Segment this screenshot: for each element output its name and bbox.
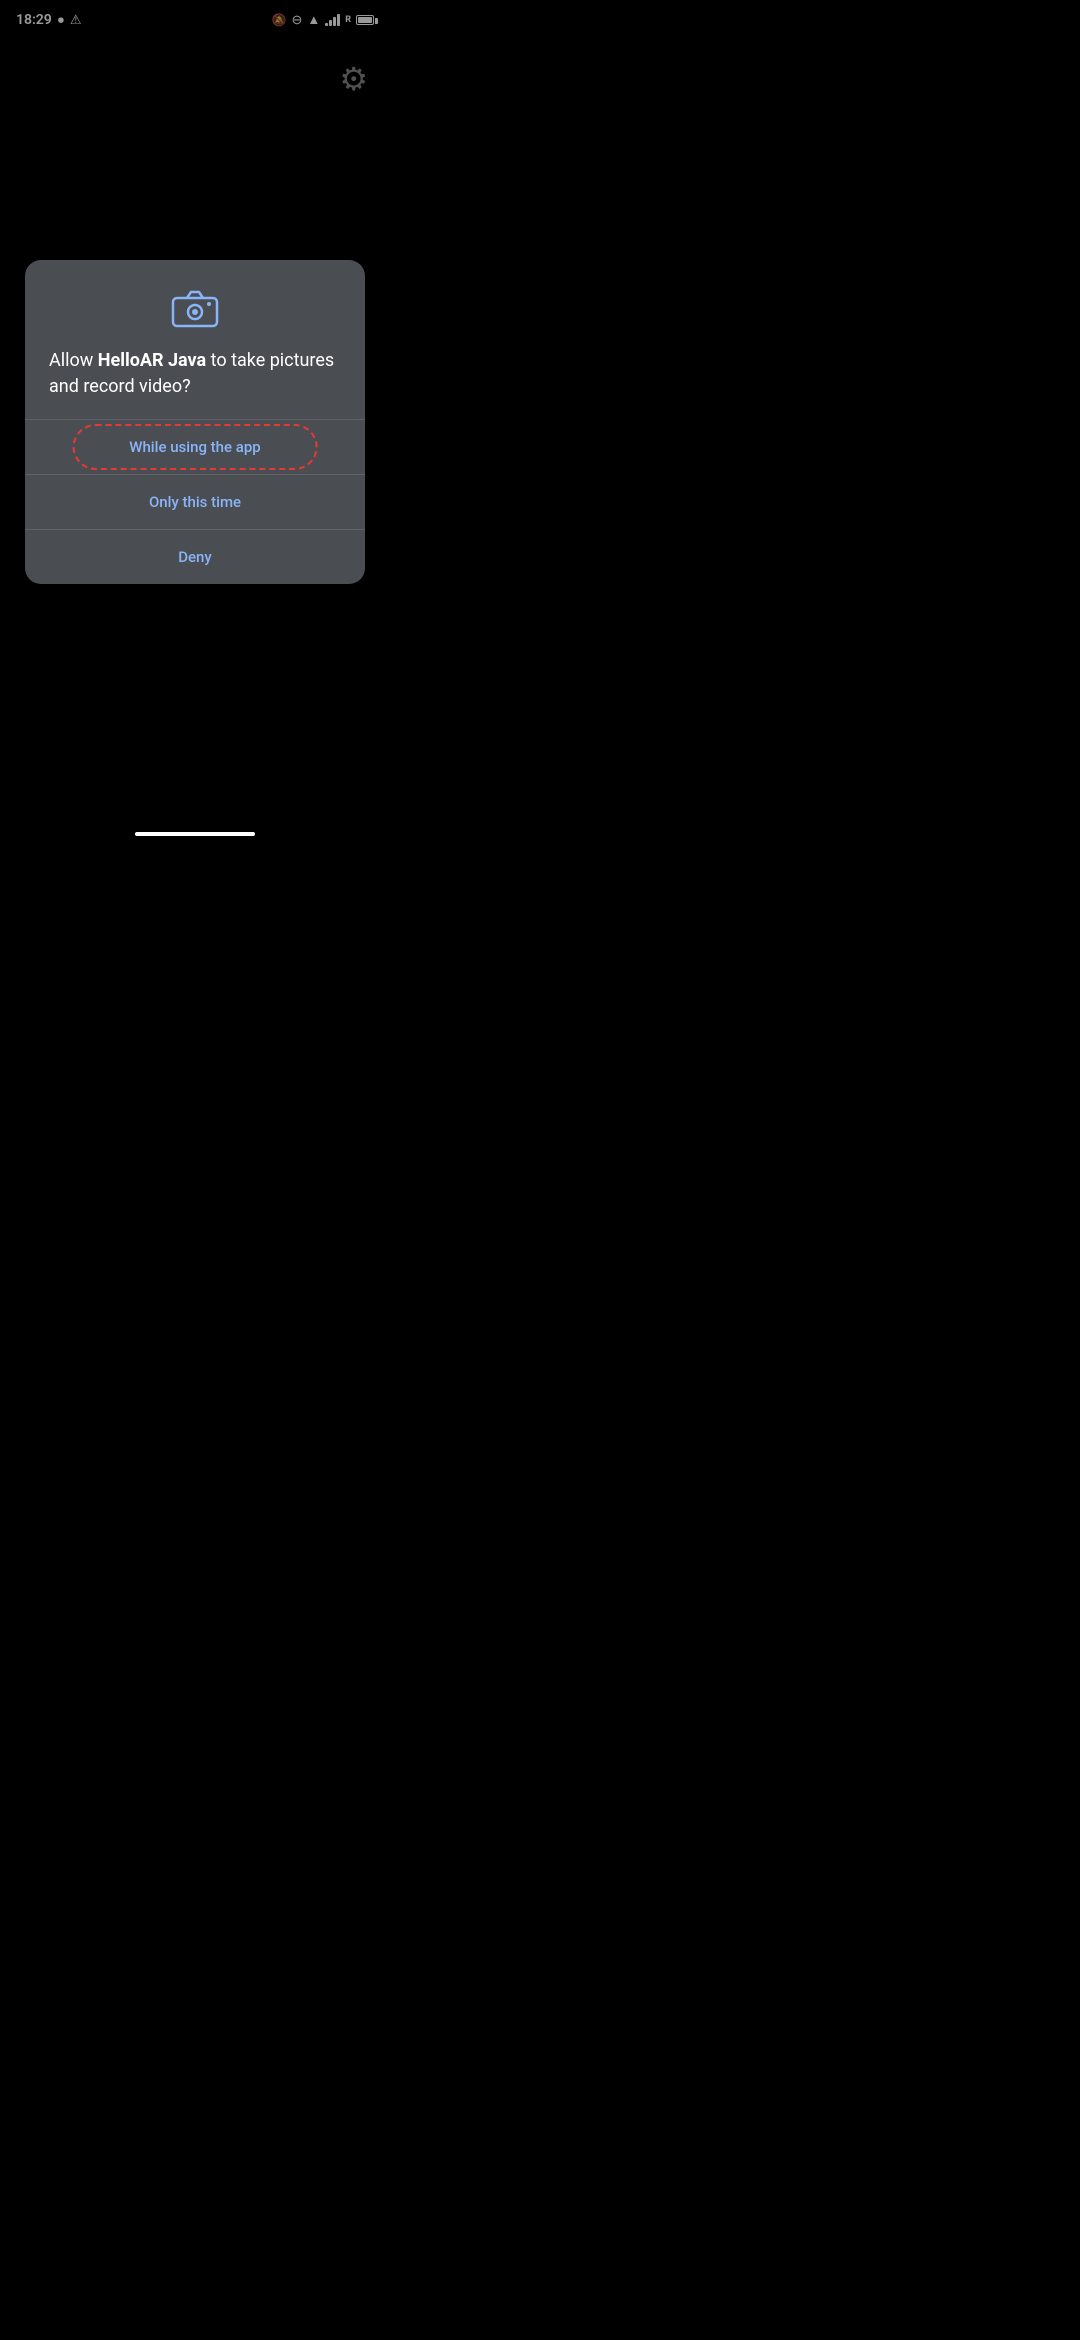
while-using-label: While using the app bbox=[129, 438, 260, 456]
permission-dialog: Allow HelloAR Java to take pictures and … bbox=[25, 260, 365, 583]
home-indicator bbox=[135, 832, 255, 836]
only-this-time-label: Only this time bbox=[149, 493, 241, 511]
deny-label: Deny bbox=[178, 548, 212, 566]
dialog-header: Allow HelloAR Java to take pictures and … bbox=[25, 260, 365, 418]
while-using-button[interactable]: While using the app bbox=[25, 420, 365, 474]
only-this-time-button[interactable]: Only this time bbox=[25, 475, 365, 529]
dialog-overlay: Allow HelloAR Java to take pictures and … bbox=[0, 0, 390, 844]
dialog-title: Allow HelloAR Java to take pictures and … bbox=[49, 348, 341, 398]
deny-button[interactable]: Deny bbox=[25, 530, 365, 584]
camera-icon bbox=[49, 288, 341, 332]
